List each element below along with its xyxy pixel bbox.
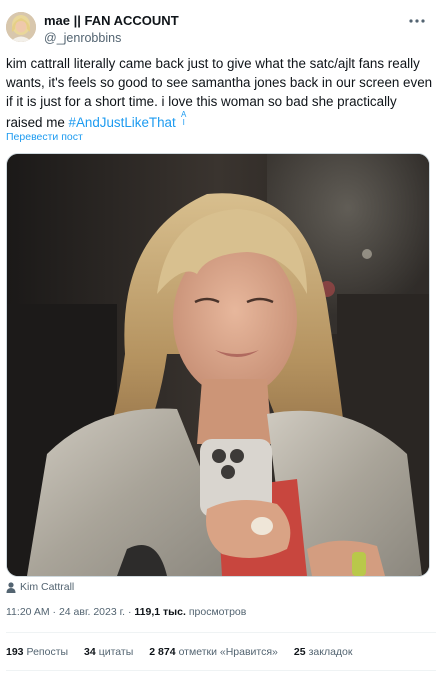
reposts-stat[interactable]: 193 Репосты [6,646,68,658]
tweet-meta: 11:20 AM · 24 авг. 2023 г. · 119,1 тыс. … [6,606,246,618]
tweet-header: mae || FAN ACCOUNT @_jenrobbins [6,10,436,46]
more-dots-icon [409,19,425,23]
tagged-person-name[interactable]: Kim Cattrall [20,581,74,593]
divider-bottom [6,670,436,671]
meta-separator: · [49,606,59,618]
more-options-button[interactable] [406,12,428,30]
engagement-stats: 193 Репосты 34 цитаты 2 874 отметки «Нравит… [6,646,368,658]
author-names: mae || FAN ACCOUNT @_jenrobbins [44,13,179,46]
likes-label: отметки «Нравится» [178,646,278,658]
avatar[interactable] [6,12,36,42]
bookmarks-stat[interactable]: 25 закладок [294,646,353,658]
tweet-time[interactable]: 11:20 AM [6,606,50,618]
display-name[interactable]: mae || FAN ACCOUNT [44,13,179,29]
quotes-stat[interactable]: 34 цитаты [84,646,133,658]
reposts-count: 193 [6,646,24,658]
tweet-text: kim cattrall literally came back just to… [6,54,434,132]
tagged-people[interactable]: Kim Cattrall [6,579,74,595]
photo-woman-in-car [7,154,429,576]
tweet-media-photo[interactable] [6,153,430,577]
divider-top [6,632,436,633]
avatar-image [6,12,36,42]
likes-stat[interactable]: 2 874 отметки «Нравится» [149,646,278,658]
bookmarks-count: 25 [293,646,306,658]
likes-count: 2 874 [149,646,176,658]
user-handle[interactable]: @_jenrobbins [44,30,179,46]
translate-icon[interactable]: AI [180,111,188,127]
reposts-label: Репосты [26,646,69,658]
tweet-date[interactable]: 24 авг. 2023 г. [59,606,125,618]
quotes-label: цитаты [98,646,134,658]
bookmarks-label: закладок [308,646,353,658]
tweet-card: mae || FAN ACCOUNT @_jenrobbins kim catt… [0,0,441,675]
translate-post-link[interactable]: Перевести пост [6,131,83,143]
person-icon [6,581,16,593]
hashtag-link[interactable]: #AndJustLikeThat [69,115,176,130]
views-label: просмотров [185,606,247,618]
views-count: 119,1 тыс. [134,606,186,618]
quotes-count: 34 [84,646,96,658]
